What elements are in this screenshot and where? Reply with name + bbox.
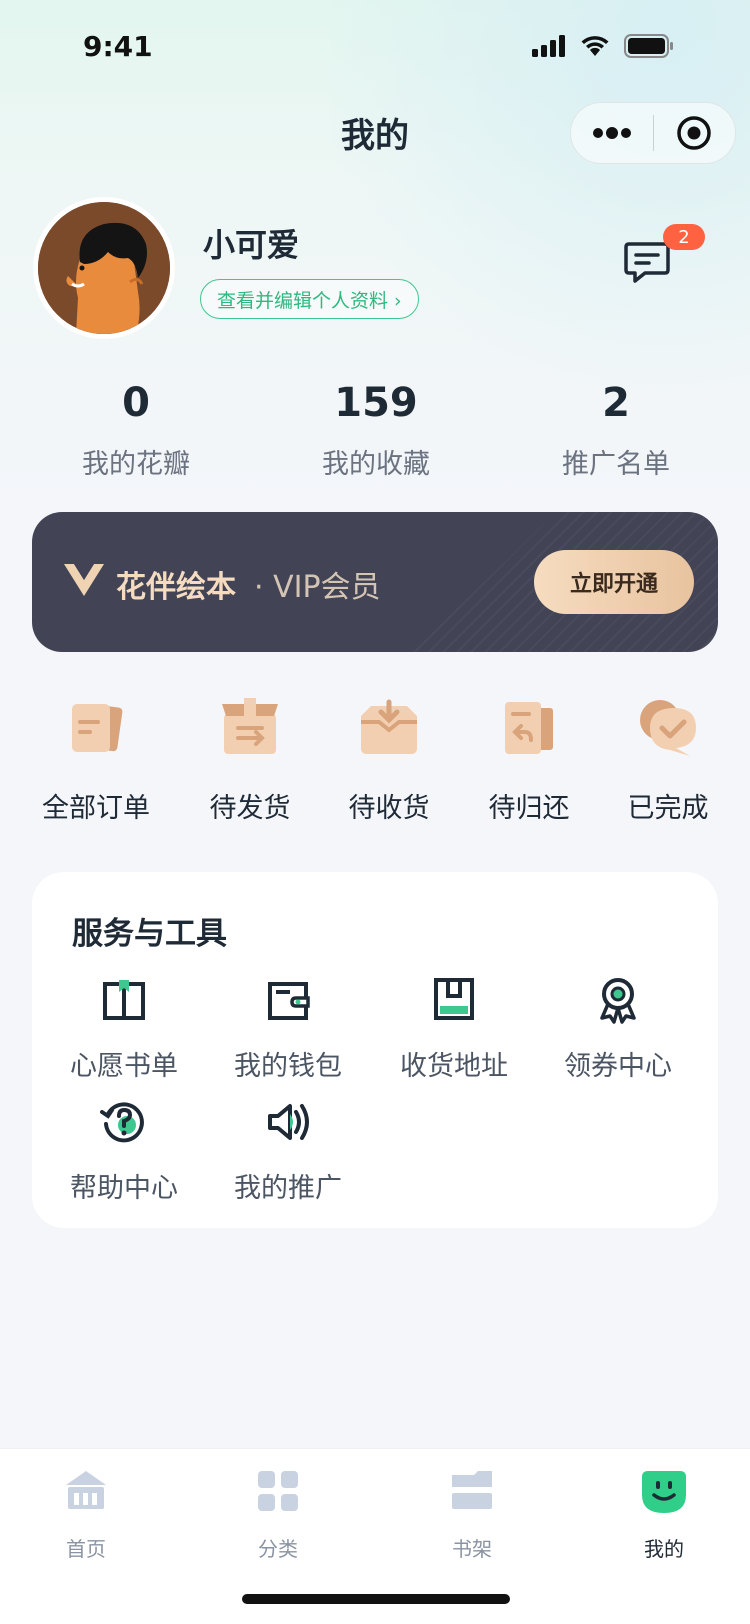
- service-label: 我的推广: [234, 1173, 342, 1204]
- order-label: 已完成: [627, 793, 709, 824]
- wallet-icon: [268, 982, 310, 1020]
- speaker-icon: [268, 1104, 309, 1140]
- stat-label: 我的收藏: [322, 449, 430, 480]
- home-indicator: [242, 1594, 510, 1604]
- check-chat-icon: [640, 700, 696, 756]
- order-to-return[interactable]: 待归还: [459, 694, 599, 825]
- username: 小可爱: [203, 226, 300, 264]
- service-coupons[interactable]: 领券中心: [548, 976, 688, 1083]
- tab-label: 分类: [258, 1537, 298, 1561]
- order-label: 待发货: [209, 793, 291, 824]
- order-label: 待收货: [348, 793, 430, 824]
- vip-open-button[interactable]: 立即开通: [534, 550, 694, 614]
- battery-icon: [624, 34, 673, 58]
- bookshelf-icon: [452, 1471, 492, 1509]
- coupon-badge-icon: [600, 978, 636, 1024]
- book-icon: [103, 980, 145, 1020]
- order-label: 待归还: [488, 793, 570, 824]
- service-address[interactable]: 收货地址: [384, 976, 524, 1083]
- stat-value: 159: [334, 380, 418, 426]
- tab-bookshelf[interactable]: 书架: [412, 1467, 532, 1562]
- box-ship-icon: [222, 698, 278, 754]
- category-icon: [258, 1471, 298, 1511]
- stat-petals[interactable]: 0 我的花瓣: [16, 378, 256, 481]
- avatar-image: [38, 202, 170, 334]
- stat-value: 2: [602, 380, 630, 426]
- order-all[interactable]: 全部订单: [26, 694, 166, 825]
- status-icons: [532, 34, 674, 58]
- message-count-badge: 2: [663, 224, 705, 250]
- avatar[interactable]: [33, 197, 175, 339]
- stat-label: 推广名单: [562, 449, 670, 480]
- service-label: 领券中心: [564, 1051, 672, 1082]
- service-promotion[interactable]: 我的推广: [218, 1098, 358, 1205]
- more-button[interactable]: [571, 102, 653, 164]
- status-bar: 9:41: [0, 0, 750, 96]
- status-time: 9:41: [83, 30, 153, 63]
- box-receive-icon: [361, 699, 417, 754]
- stat-value: 0: [122, 380, 150, 426]
- stats-row: 0 我的花瓣 159 我的收藏 2 推广名单: [0, 378, 750, 481]
- tab-label: 书架: [452, 1537, 492, 1561]
- mini-program-capsule: [570, 102, 736, 164]
- edit-profile-button[interactable]: 查看并编辑个人资料 ›: [200, 279, 419, 319]
- stat-label: 我的花瓣: [82, 449, 190, 480]
- services-card: 服务与工具 心愿书单 我的钱包 收货地址 领券中心 帮助中心 我的推广: [32, 872, 718, 1228]
- more-dots-icon: [592, 127, 631, 139]
- vip-brand: 花伴绘本: [116, 570, 236, 605]
- services-title: 服务与工具: [72, 916, 227, 952]
- tab-category[interactable]: 分类: [218, 1467, 338, 1562]
- vip-logo-icon: [64, 564, 104, 596]
- service-help[interactable]: 帮助中心: [54, 1098, 194, 1205]
- vip-banner[interactable]: 花伴绘本 · VIP会员 立即开通: [32, 512, 718, 652]
- profile-face-icon: [642, 1471, 686, 1513]
- message-icon[interactable]: [623, 240, 671, 284]
- vip-subtitle: · VIP会员: [254, 570, 381, 605]
- service-label: 心愿书单: [70, 1051, 178, 1082]
- order-list-icon: [72, 704, 123, 752]
- tab-mine[interactable]: 我的: [604, 1467, 724, 1562]
- service-wallet[interactable]: 我的钱包: [218, 976, 358, 1083]
- home-icon: [66, 1471, 106, 1509]
- stat-favorites[interactable]: 159 我的收藏: [256, 378, 496, 481]
- wifi-icon: [581, 36, 609, 56]
- stat-referrals[interactable]: 2 推广名单: [496, 378, 736, 481]
- help-icon: [100, 1102, 144, 1143]
- tab-label: 首页: [66, 1537, 106, 1561]
- service-label: 我的钱包: [234, 1051, 342, 1082]
- target-icon: [677, 116, 711, 150]
- close-miniprogram-button[interactable]: [654, 102, 736, 164]
- signal-icon: [532, 35, 565, 57]
- address-icon: [434, 978, 474, 1020]
- order-label: 全部订单: [42, 793, 150, 824]
- order-completed[interactable]: 已完成: [598, 694, 738, 825]
- order-to-receive[interactable]: 待收货: [319, 694, 459, 825]
- order-to-ship[interactable]: 待发货: [180, 694, 320, 825]
- return-icon: [505, 702, 553, 754]
- service-label: 帮助中心: [70, 1173, 178, 1204]
- tab-home[interactable]: 首页: [26, 1467, 146, 1562]
- tab-label: 我的: [644, 1537, 684, 1561]
- service-label: 收货地址: [400, 1051, 508, 1082]
- service-wishlist[interactable]: 心愿书单: [54, 976, 194, 1083]
